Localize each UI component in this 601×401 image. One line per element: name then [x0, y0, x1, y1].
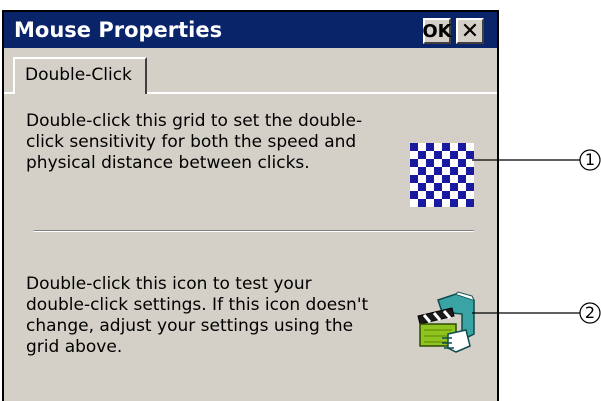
grid-instructions: Double-click this grid to set the double…: [26, 111, 363, 173]
tab-panel-edge-left: [4, 92, 13, 94]
callout-label-1: 1: [584, 150, 596, 169]
title-bar[interactable]: Mouse Properties OK ✕: [4, 12, 497, 48]
window-title: Mouse Properties: [14, 18, 223, 42]
callout-label-2: 2: [584, 303, 596, 322]
tab-label: Double-Click: [25, 65, 132, 85]
mouse-properties-dialog: Mouse Properties OK ✕ Double-Click Doubl…: [2, 10, 499, 401]
tab-double-click[interactable]: Double-Click: [13, 57, 147, 94]
ok-button[interactable]: OK: [422, 18, 452, 44]
section-divider: [34, 230, 474, 232]
test-instructions: Double-click this icon to test your doub…: [26, 274, 369, 357]
checkerboard-grid-icon[interactable]: [410, 143, 474, 207]
close-button[interactable]: ✕: [456, 18, 484, 44]
tab-panel-edge-right: [147, 92, 497, 94]
clapperboard-hands-icon[interactable]: [412, 290, 478, 356]
close-icon: ✕: [460, 18, 480, 44]
